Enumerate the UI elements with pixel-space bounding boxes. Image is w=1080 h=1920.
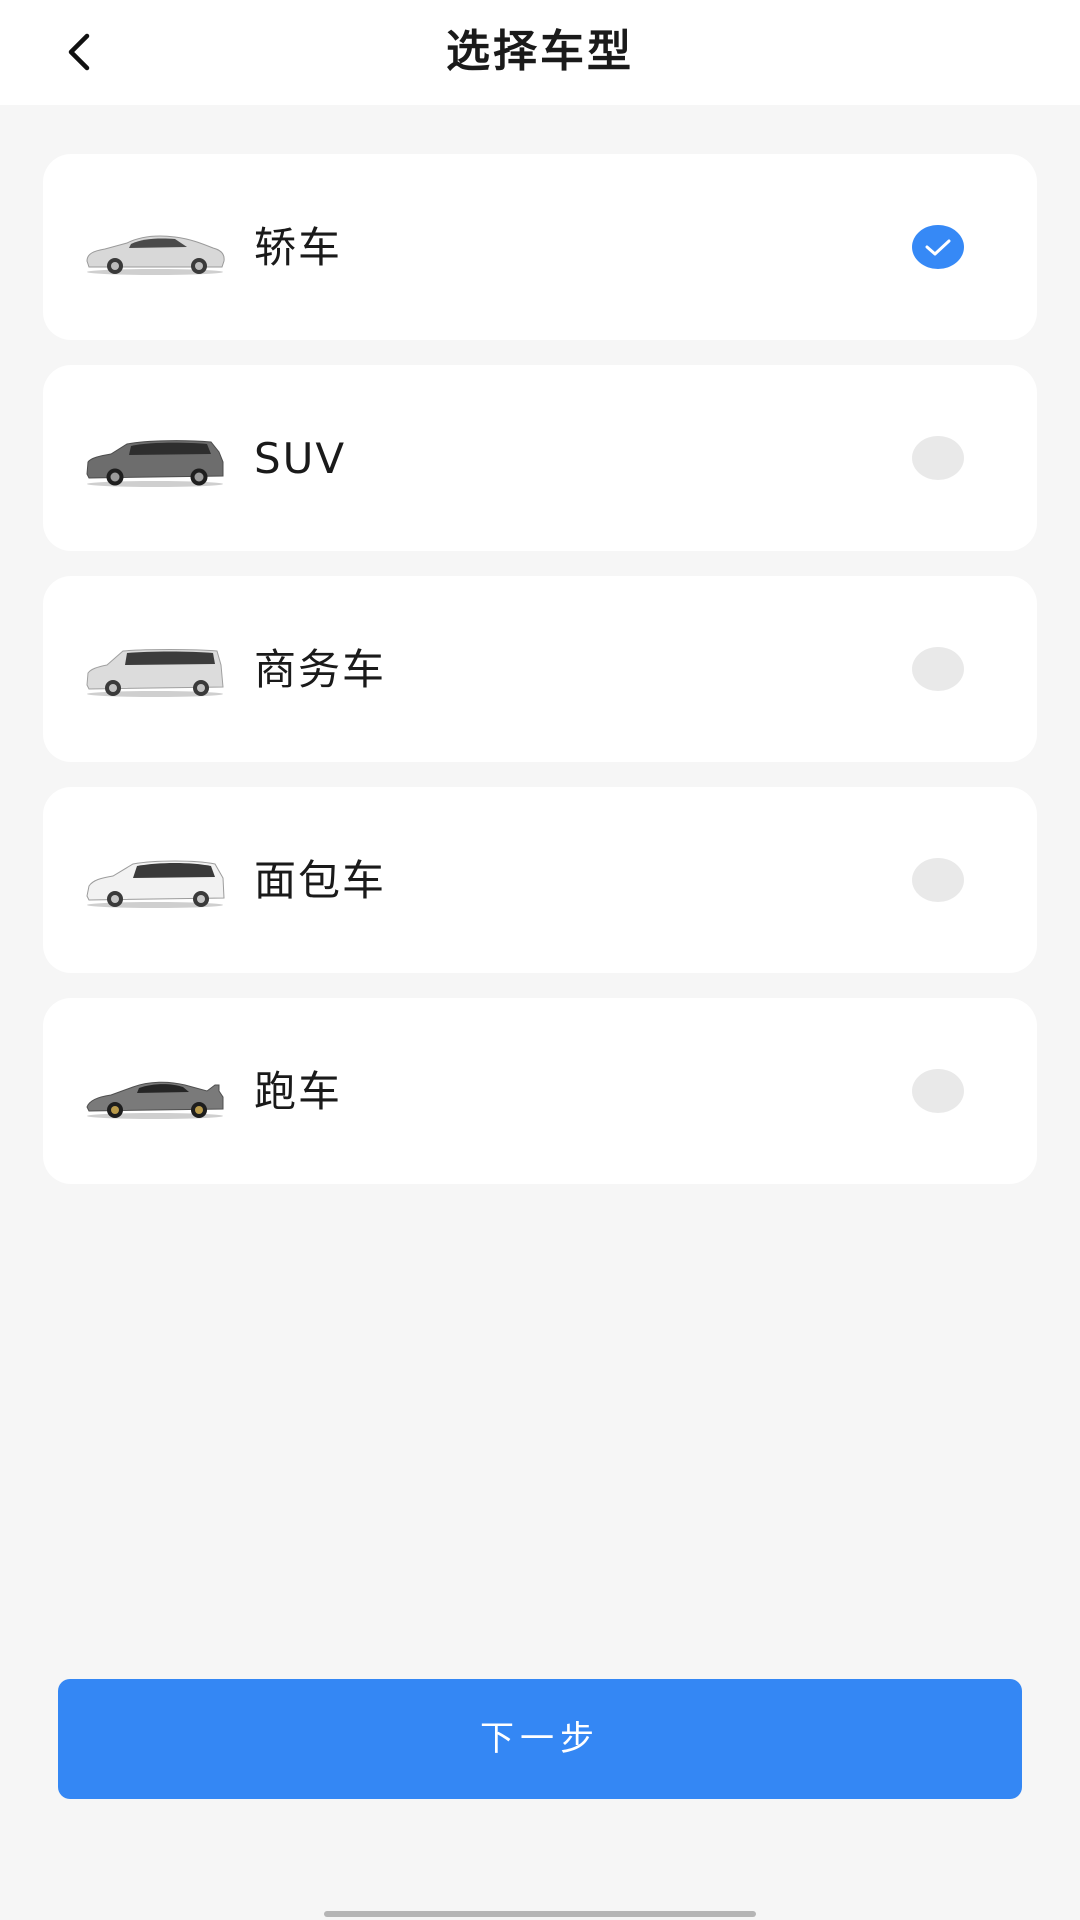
checkmark-icon — [925, 239, 951, 256]
minivan-icon — [83, 850, 228, 912]
radio-checked[interactable] — [912, 225, 964, 269]
car-type-option-suv[interactable]: SUV — [43, 365, 1037, 551]
car-type-option-sedan[interactable]: 轿车 — [43, 154, 1037, 340]
home-indicator — [324, 1911, 756, 1917]
car-type-option-minivan[interactable]: 面包车 — [43, 787, 1037, 973]
car-type-label: SUV — [254, 434, 347, 483]
radio-unchecked[interactable] — [912, 647, 964, 691]
page-title: 选择车型 — [446, 26, 634, 77]
top-bar: 选择车型 — [0, 0, 1080, 105]
radio-unchecked[interactable] — [912, 436, 964, 480]
radio-unchecked[interactable] — [912, 1069, 964, 1113]
car-type-label: 轿车 — [254, 223, 343, 272]
car-type-option-sports[interactable]: 跑车 — [43, 998, 1037, 1184]
car-type-label: 面包车 — [254, 856, 387, 905]
business-van-icon — [83, 639, 228, 701]
car-type-option-business[interactable]: 商务车 — [43, 576, 1037, 762]
car-type-label: 商务车 — [254, 645, 387, 694]
radio-unchecked[interactable] — [912, 858, 964, 902]
sedan-car-icon — [83, 217, 228, 279]
car-type-label: 跑车 — [254, 1067, 343, 1116]
next-step-button[interactable]: 下一步 — [58, 1679, 1022, 1799]
suv-car-icon — [83, 428, 228, 490]
sports-car-icon — [83, 1061, 228, 1123]
